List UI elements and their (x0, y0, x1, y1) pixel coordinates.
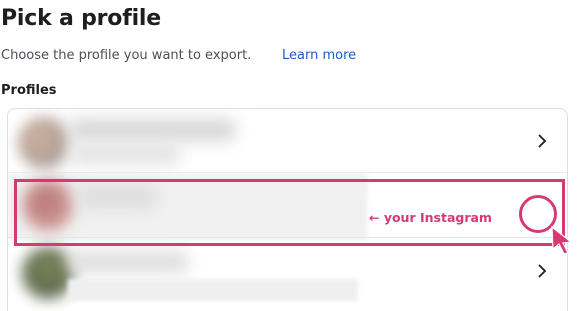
page: Pick a profile Choose the profile you wa… (0, 0, 579, 311)
row-divider (8, 172, 567, 173)
profile-subtext-redacted (70, 143, 180, 165)
chevron-right-icon (536, 133, 556, 153)
learn-more-link[interactable]: Learn more (282, 48, 356, 63)
profile-row[interactable] (8, 109, 567, 172)
annotation-label: ← your Instagram (369, 210, 492, 225)
chevron-right-icon (536, 263, 556, 283)
page-title: Pick a profile (1, 6, 161, 31)
profile-name-redacted (70, 119, 235, 141)
profiles-section-label: Profiles (1, 83, 57, 98)
page-subtitle: Choose the profile you want to export. (1, 48, 252, 63)
avatar (18, 117, 70, 169)
avatar (22, 247, 74, 299)
cursor-arrow-icon (549, 225, 575, 255)
redacted-panel (68, 279, 358, 301)
profile-row[interactable] (8, 239, 567, 302)
profile-name-redacted (68, 251, 188, 273)
